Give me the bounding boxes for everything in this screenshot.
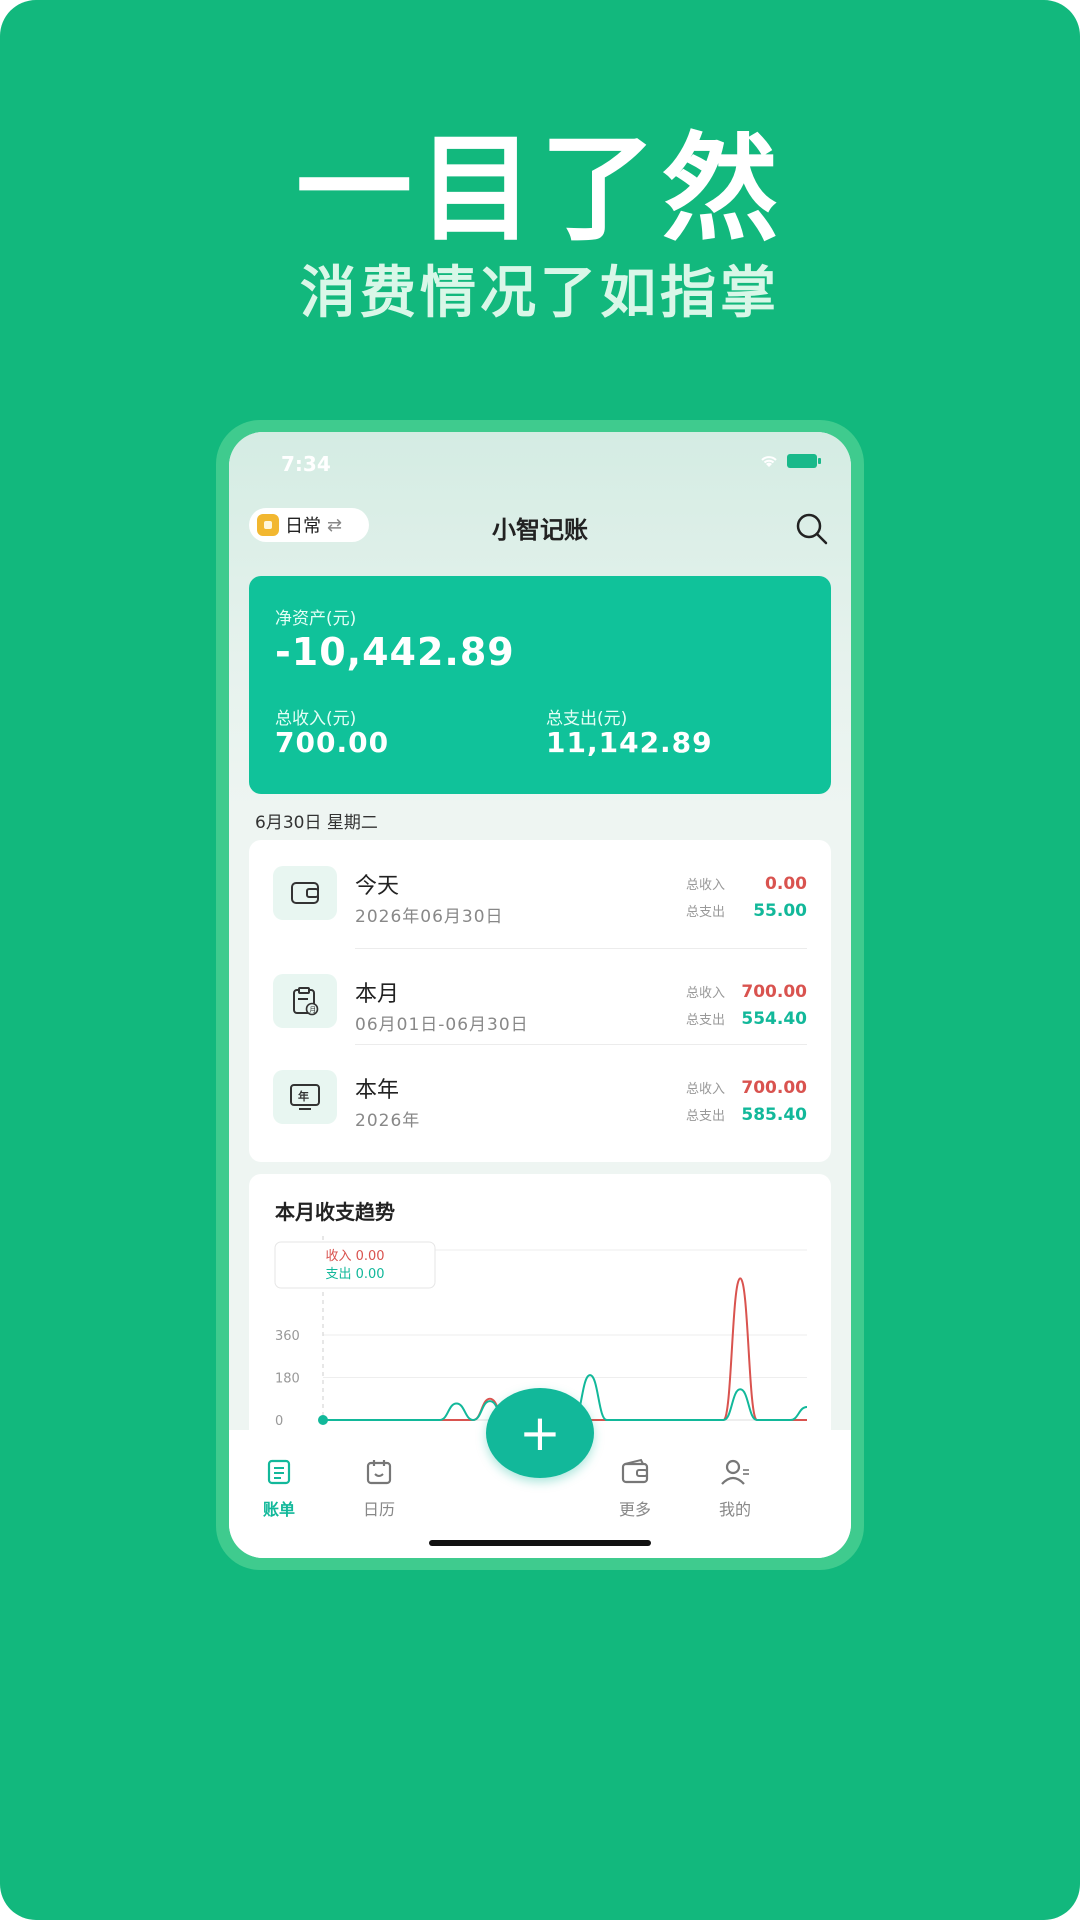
bill-icon (267, 1459, 291, 1485)
promo-headline: 一目了然 (296, 122, 784, 257)
summary-row-today[interactable]: 今天 2026年06月30日 总收入 0.00 总支出 55.00 (249, 840, 831, 936)
expense-amount: 55.00 (753, 900, 807, 921)
summary-row-year[interactable]: 年 本年 2026年 总收入 700.00 总支出 585.40 (249, 1044, 831, 1140)
promo-subline: 消费情况了如指掌 (300, 261, 780, 326)
y-tick-label: 360 (275, 1329, 300, 1344)
tooltip-expense: 支出 0.00 (325, 1267, 384, 1282)
add-record-button[interactable]: + (486, 1388, 594, 1478)
tab-label: 更多 (618, 1500, 651, 1519)
y-tick-label: 0 (275, 1414, 283, 1429)
clipboard-month-icon: 月 (273, 974, 337, 1028)
period-summary-card: 今天 2026年06月30日 总收入 0.00 总支出 55.00 月 本月 0… (249, 840, 831, 1162)
income-amount: 700.00 (741, 1077, 807, 1098)
svg-text:年: 年 (298, 1089, 309, 1103)
svg-text:月: 月 (309, 1006, 316, 1014)
y-tick-label: 180 (275, 1372, 300, 1387)
net-asset-label: 净资产(元) (275, 609, 357, 629)
total-income-value: 700.00 (275, 726, 390, 759)
search-icon[interactable] (793, 510, 831, 548)
promo-background: 一目了然 消费情况了如指掌 7:34 日常 ⇄ 小智记账 净资产(元) -10,… (0, 0, 1080, 1920)
summary-row-subtitle: 06月01日-06月30日 (355, 1015, 529, 1035)
summary-row-subtitle: 2026年06月30日 (355, 907, 504, 927)
tab-label: 日历 (362, 1500, 395, 1519)
year-screen-icon: 年 (273, 1070, 337, 1124)
income-label: 总收入 (685, 986, 725, 1001)
summary-row-subtitle: 2026年 (355, 1111, 421, 1131)
income-amount: 700.00 (741, 981, 807, 1002)
app-screen: 7:34 日常 ⇄ 小智记账 净资产(元) -10,442.89 总收入(元) … (229, 432, 851, 1558)
wallet-icon (273, 866, 337, 920)
net-asset-card[interactable]: 净资产(元) -10,442.89 总收入(元) 700.00 总支出(元) 1… (249, 576, 831, 794)
tab-bill[interactable]: 账单 (239, 1456, 319, 1520)
wallet-more-icon (621, 1458, 649, 1484)
battery-icon (787, 454, 821, 468)
summary-row-month[interactable]: 月 本月 06月01日-06月30日 总收入 700.00 总支出 554.40 (249, 948, 831, 1044)
data-point-marker (318, 1415, 328, 1425)
wifi-icon (761, 456, 777, 467)
income-amount: 0.00 (765, 873, 807, 894)
tab-label: 我的 (718, 1500, 751, 1519)
profile-icon (721, 1459, 749, 1485)
status-icons (759, 454, 821, 468)
income-label: 总收入 (685, 878, 725, 893)
expense-amount: 585.40 (741, 1104, 807, 1125)
expense-label: 总支出 (685, 905, 725, 920)
tab-calendar[interactable]: 日历 (339, 1456, 419, 1520)
tooltip-income: 收入 0.00 (325, 1249, 384, 1264)
income-label: 总收入 (685, 1082, 725, 1097)
expense-label: 总支出 (685, 1109, 725, 1124)
tab-label: 账单 (262, 1500, 295, 1519)
app-title: 小智记账 (492, 516, 588, 544)
expense-label: 总支出 (685, 1013, 725, 1028)
summary-row-title: 本年 (355, 1078, 400, 1103)
expense-amount: 554.40 (741, 1008, 807, 1029)
net-asset-value: -10,442.89 (275, 630, 515, 674)
status-time: 7:34 (281, 452, 331, 476)
tab-more[interactable]: 更多 (595, 1456, 675, 1520)
summary-row-title: 今天 (355, 874, 400, 899)
calendar-icon (366, 1460, 392, 1485)
current-date: 6月30日 星期二 (255, 813, 378, 833)
summary-row-title: 本月 (355, 982, 400, 1007)
home-indicator (429, 1540, 651, 1546)
total-expense-value: 11,142.89 (546, 726, 713, 759)
tab-profile[interactable]: 我的 (695, 1456, 775, 1520)
